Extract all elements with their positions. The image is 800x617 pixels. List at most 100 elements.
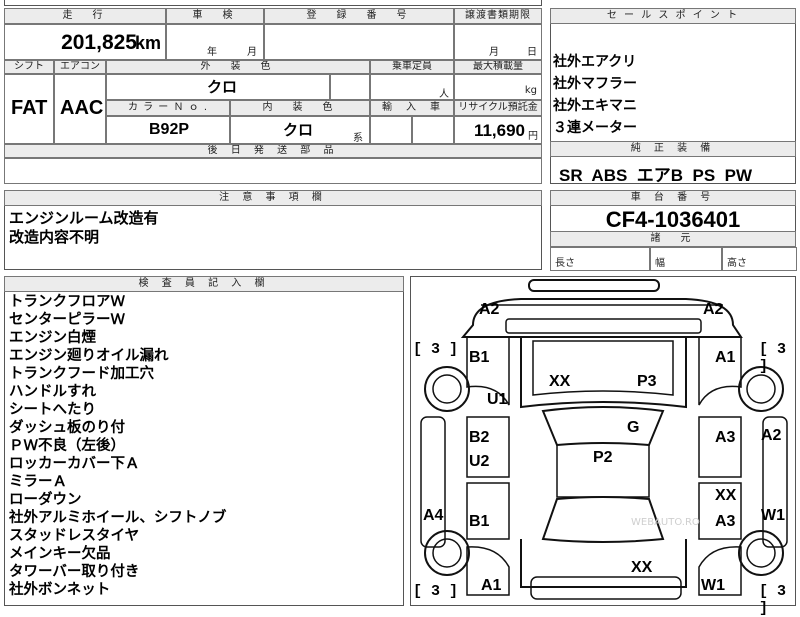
mark-p2: P2: [593, 449, 613, 466]
list-item: ローダウン: [9, 492, 82, 508]
interior-color-cell: クロ 系: [230, 116, 370, 144]
recycle-fee-cell: 11,690 円: [454, 116, 542, 144]
inspection-cell: 年 月: [166, 24, 264, 60]
later-parts-cell: [4, 158, 542, 184]
shift-header: シフト: [4, 60, 54, 74]
list-item: シートへたり: [9, 402, 96, 418]
max-load-header: 最大積載量: [454, 60, 542, 74]
transfer-day-label: 日: [527, 47, 537, 58]
list-item: エンジンルーム改造有: [9, 209, 159, 227]
tire-right-rear-inner: [746, 538, 776, 568]
tire-bracket-right-top: [ 3 ]: [759, 341, 787, 375]
tire-left-rear-inner: [432, 538, 462, 568]
list-item: エンジン廻りオイル漏れ: [9, 348, 169, 364]
list-item: トランクフード加工穴: [9, 366, 154, 382]
tire-right-front-inner: [746, 374, 776, 404]
list-item: ダッシュ板のり付: [9, 420, 125, 436]
mark-p3: P3: [637, 373, 657, 390]
recycle-fee-unit: 円: [528, 131, 538, 142]
tire-left-front-shape: [424, 366, 470, 412]
tire-left-rear-shape: [424, 530, 470, 576]
list-item: メインキー欠品: [9, 546, 111, 562]
tire-right-rear-shape: [738, 530, 784, 576]
right-front-fender: [698, 337, 742, 406]
inspection-year-label: 年: [207, 47, 217, 58]
grille-shape: [505, 318, 702, 334]
mark-a1-bottom: A1: [481, 577, 502, 594]
roof-bar-shape: [528, 279, 660, 292]
spec-length-cell: 長さ: [550, 247, 650, 271]
import-cell-a: [370, 116, 412, 144]
trunk-shape: [520, 539, 687, 588]
spec-width-label: 幅: [655, 258, 665, 269]
list-item: センターピラーＷ: [9, 312, 125, 328]
aircon-cell: AAC: [54, 74, 106, 144]
capacity-cell: 人: [370, 74, 454, 100]
inspector-panel: 検 査 員 記 入 欄 トランクフロアＷ センターピラーＷ エンジン白煙 エンジン廻り…: [4, 276, 404, 606]
watermark: WEBAUTO.RO: [631, 517, 700, 528]
aircon-header: エアコン: [54, 60, 106, 74]
mark-a2-top-left: A2: [479, 301, 500, 318]
mark-xx-top: XX: [549, 373, 571, 390]
mark-a2-right: A2: [761, 427, 782, 444]
list-item: 社外マフラー: [553, 76, 637, 92]
inspection-header: 車 検: [166, 8, 264, 24]
mileage-cell: 201,825 km: [4, 24, 166, 60]
spec-length-label: 長さ: [555, 258, 575, 269]
max-load-cell: kg: [454, 74, 542, 100]
exterior-color-cell: クロ: [106, 74, 330, 100]
registration-header: 登 録 番 号: [264, 8, 454, 24]
interior-color-value: クロ: [283, 121, 314, 139]
mileage-value: 201,825: [61, 31, 137, 54]
mark-b1-left: B1: [469, 349, 490, 366]
mark-a3-right-mid: A3: [715, 429, 736, 446]
list-item: ３連メーター: [553, 120, 637, 136]
mark-u1: U1: [487, 391, 508, 408]
inspection-month-label: 月: [247, 47, 257, 58]
list-item: タワーバー取り付き: [9, 564, 140, 580]
tire-bracket-left-top: [ 3 ]: [413, 341, 459, 358]
mark-a2-top-right: A2: [703, 301, 724, 318]
mark-xx-bottom: XX: [631, 559, 653, 576]
transfer-deadline-header: 譲渡書類期限: [454, 8, 542, 24]
list-item: 社外エアクリ: [553, 54, 637, 70]
list-item: 社外アルミホイール、シフトノブ: [9, 510, 227, 526]
list-item: 社外エキマニ: [553, 98, 637, 114]
color-no-value: B92P: [149, 121, 190, 138]
mark-u2: U2: [469, 453, 490, 470]
car-diagram-panel: WEBAUTO.RO [ 3 ] [ 3 ] [ 3 ] [ 3 ] A2 A2…: [410, 276, 796, 617]
mark-a4: A4: [423, 507, 444, 524]
tire-bracket-left-bottom: [ 3 ]: [413, 583, 459, 600]
top-strip: [4, 0, 542, 6]
mark-w1-right: W1: [761, 507, 785, 524]
recycle-fee-header: リサイクル預託金: [454, 100, 542, 116]
aircon-value: AAC: [60, 97, 104, 119]
registration-cell: [264, 24, 454, 60]
mileage-unit: km: [134, 33, 161, 53]
specs-header: 諸 元: [550, 231, 796, 247]
sales-point-header: セ ー ル ス ポ イ ン ト: [550, 8, 796, 24]
mark-b1-lower: B1: [469, 513, 490, 530]
spec-width-cell: 幅: [650, 247, 722, 271]
interior-color-suffix: 系: [353, 133, 363, 144]
inspector-header: 検 査 員 記 入 欄: [4, 276, 404, 292]
notes-panel: 注 意 事 項 欄 エンジンルーム改造有 改造内容不明: [4, 190, 542, 270]
right-front-door: [698, 416, 742, 478]
import-header: 輸 入 車: [370, 100, 454, 116]
hood-shape: [520, 337, 687, 409]
capacity-header: 乗車定員: [370, 60, 454, 74]
list-item: ロッカーカバー下Ａ: [9, 456, 140, 472]
mark-a3-right-low: A3: [715, 513, 736, 530]
list-item: ハンドルすれ: [9, 384, 96, 400]
chassis-no-value: CF4-1036401: [605, 207, 741, 232]
list-item: スタッドレスタイヤ: [9, 528, 140, 544]
transfer-month-label: 月: [489, 47, 499, 58]
transfer-deadline-cell: 月 日: [454, 24, 542, 60]
recycle-fee-value: 11,690: [473, 121, 525, 140]
exterior-color-header: 外 装 色: [106, 60, 370, 74]
later-parts-header: 後 日 発 送 部 品: [4, 144, 542, 158]
left-rocker-shape: [420, 416, 446, 548]
mark-g: G: [627, 419, 640, 436]
sales-point-panel: セ ー ル ス ポ イ ン ト 社外エアクリ 社外マフラー 社外エキマニ ３連メーター…: [550, 8, 796, 185]
tire-left-front-inner: [432, 374, 462, 404]
